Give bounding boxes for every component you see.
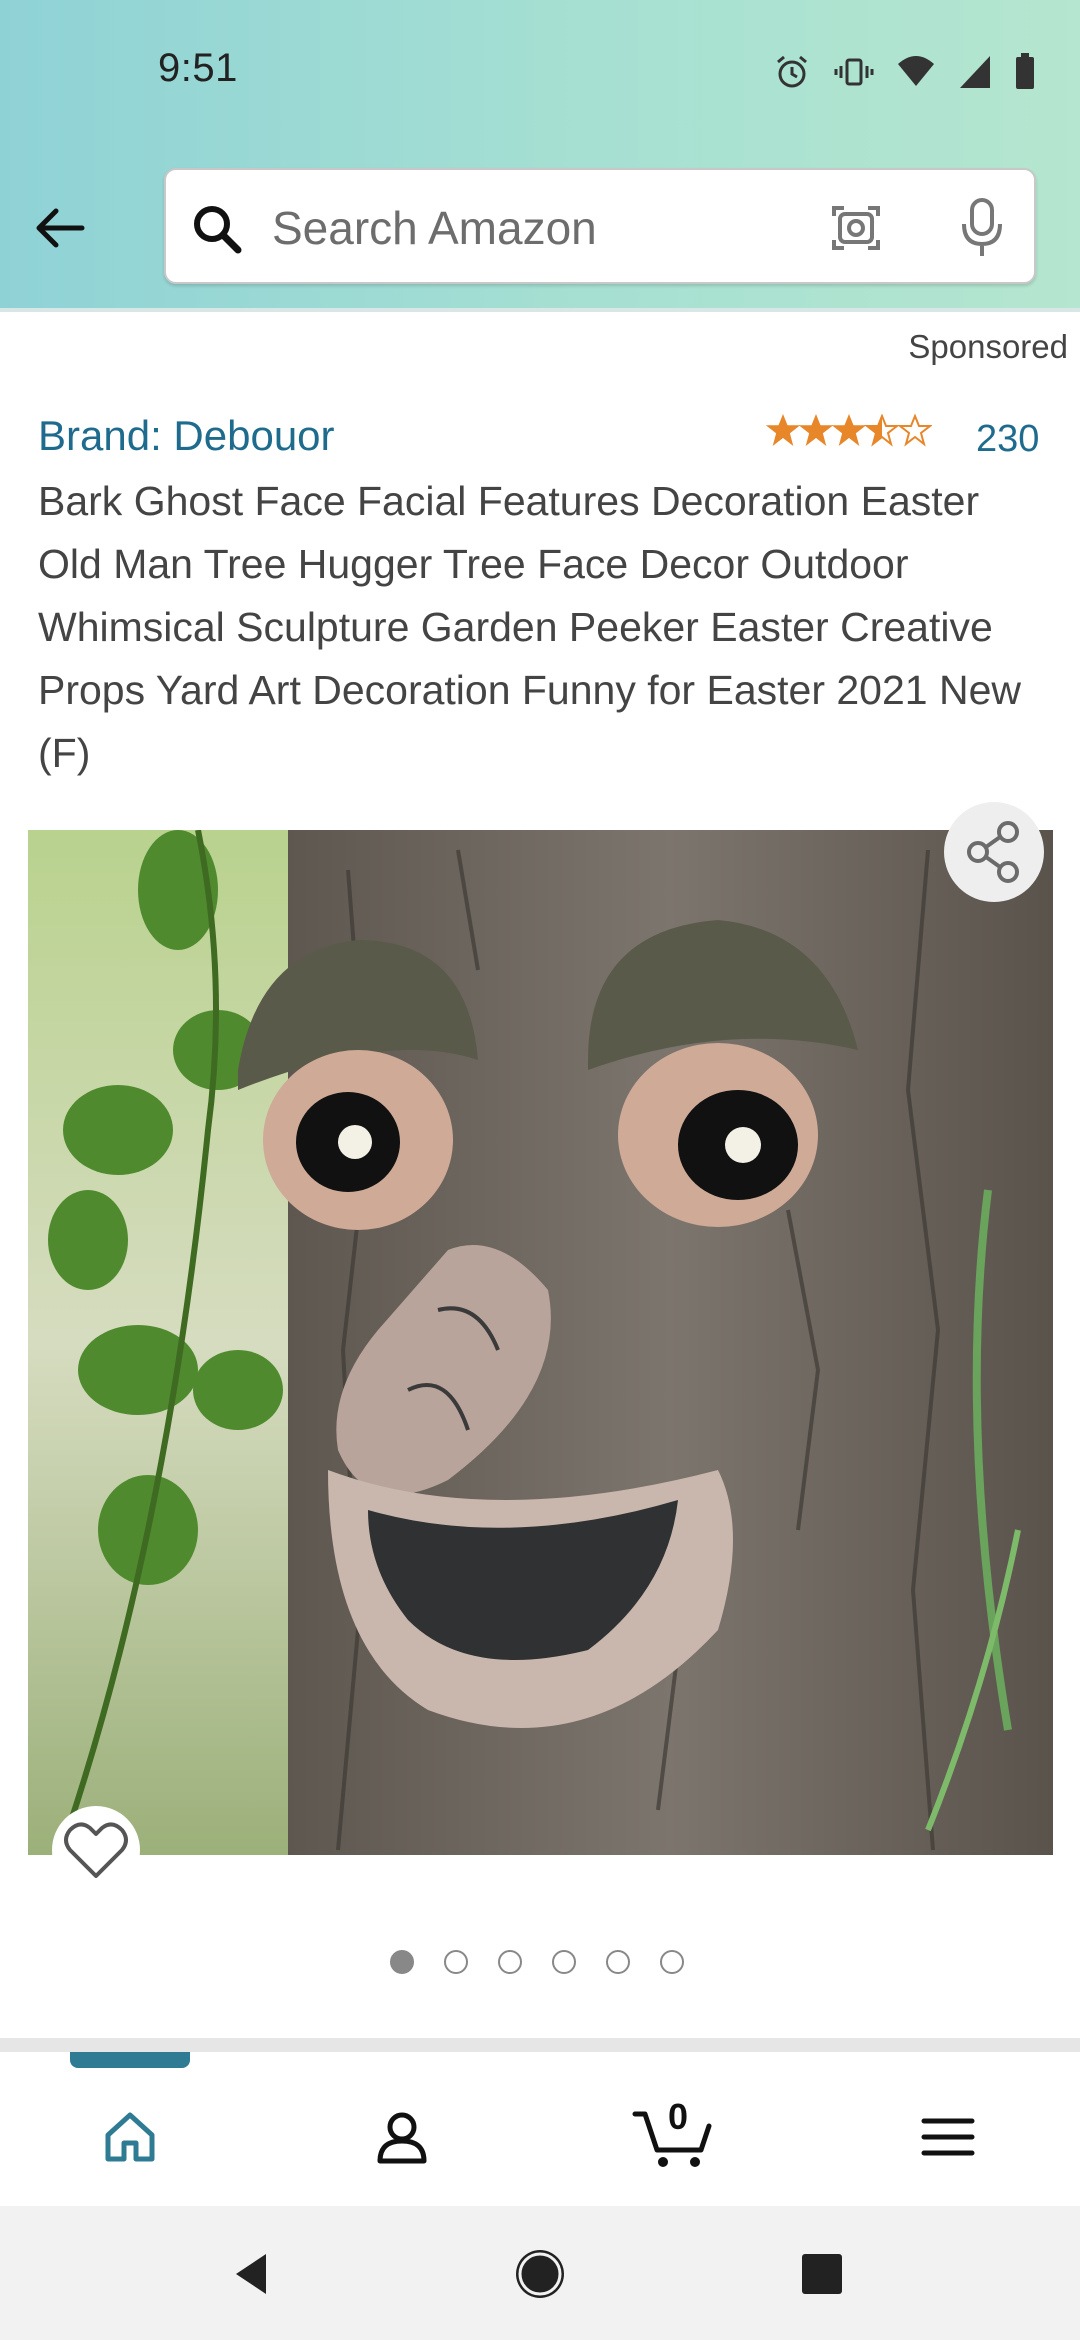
nav-menu-button[interactable] bbox=[903, 2092, 993, 2182]
home-icon bbox=[105, 2112, 155, 2162]
system-back-icon[interactable] bbox=[228, 2250, 276, 2298]
wifi-icon bbox=[896, 54, 936, 90]
share-button[interactable] bbox=[944, 802, 1044, 902]
cart-count-badge: 0 bbox=[668, 2096, 689, 2137]
menu-icon bbox=[921, 2118, 975, 2156]
search-bar[interactable] bbox=[164, 168, 1036, 284]
signal-icon bbox=[958, 54, 992, 90]
star-1 bbox=[767, 415, 799, 445]
star-4-half bbox=[866, 415, 898, 445]
back-arrow-icon[interactable] bbox=[30, 198, 90, 258]
carousel-dot[interactable] bbox=[660, 1950, 684, 1974]
share-icon bbox=[967, 821, 1019, 883]
star-5-empty bbox=[899, 415, 931, 445]
nav-account-button[interactable] bbox=[357, 2092, 447, 2182]
search-input[interactable] bbox=[270, 194, 834, 262]
product-image[interactable] bbox=[28, 830, 1053, 1855]
sponsored-label[interactable]: Sponsored bbox=[908, 328, 1068, 366]
carousel-dot[interactable] bbox=[552, 1950, 576, 1974]
product-title: Bark Ghost Face Facial Features Decorati… bbox=[38, 478, 1021, 776]
heart-icon bbox=[64, 1822, 128, 1878]
microphone-icon[interactable] bbox=[954, 196, 1010, 265]
section-divider bbox=[0, 2038, 1080, 2052]
status-icons bbox=[772, 52, 1036, 92]
search-icon[interactable] bbox=[188, 200, 246, 263]
vibrate-icon bbox=[834, 52, 874, 92]
brand-link[interactable]: Brand: Debouor bbox=[38, 412, 335, 460]
account-icon bbox=[377, 2112, 427, 2164]
carousel-dot[interactable] bbox=[444, 1950, 468, 1974]
system-home-icon[interactable] bbox=[514, 2248, 566, 2300]
system-recents-icon[interactable] bbox=[800, 2252, 844, 2296]
star-rating[interactable] bbox=[766, 414, 932, 453]
status-time: 9:51 bbox=[158, 46, 238, 90]
star-3 bbox=[833, 415, 865, 445]
image-carousel-indicator bbox=[390, 1950, 684, 1974]
app-header: 9:51 bbox=[0, 0, 1080, 310]
battery-icon bbox=[1014, 53, 1036, 91]
rating-count-link[interactable]: 230 bbox=[976, 418, 1039, 461]
carousel-dot[interactable] bbox=[390, 1950, 414, 1974]
nav-home-button[interactable] bbox=[85, 2092, 175, 2182]
camera-search-icon[interactable] bbox=[826, 198, 886, 263]
star-2 bbox=[800, 415, 832, 445]
carousel-dot[interactable] bbox=[498, 1950, 522, 1974]
carousel-dot[interactable] bbox=[606, 1950, 630, 1974]
alarm-icon bbox=[772, 52, 812, 92]
header-divider bbox=[0, 308, 1080, 312]
wishlist-button[interactable] bbox=[52, 1806, 140, 1894]
nav-active-indicator bbox=[70, 2052, 190, 2068]
system-nav-bar bbox=[0, 2206, 1080, 2340]
